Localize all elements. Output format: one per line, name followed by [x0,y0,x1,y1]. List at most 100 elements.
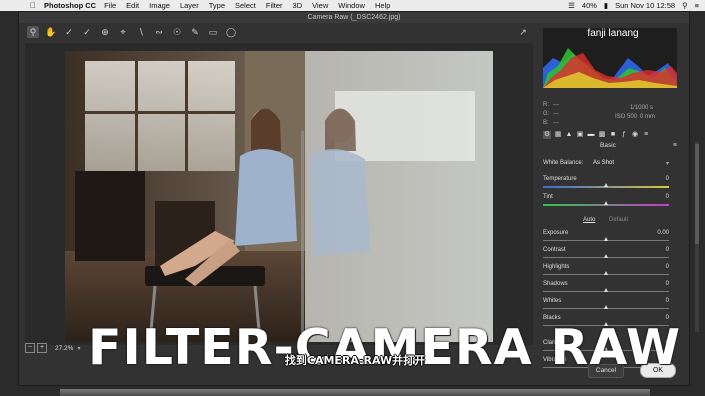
slider-exposure[interactable]: Exposure 0.00 [543,230,671,247]
menu-edit[interactable]: Edit [126,1,139,10]
shutter-speed: 1/1000 s [629,105,653,111]
wifi-icon[interactable]: ☰ [568,1,575,10]
zoom-level[interactable]: 27.2% [55,345,73,352]
slider-tint[interactable]: Tint 0 [543,194,671,211]
slider-knob[interactable] [603,305,608,309]
auto-link[interactable]: Auto [583,217,595,223]
slider-value[interactable]: 0 [666,264,669,270]
slider-knob[interactable] [603,288,608,292]
straighten-icon[interactable]: ∖ [135,26,147,38]
slider-label: Tint [543,194,553,200]
slider-label: Exposure [543,230,569,236]
r-label: R: [543,102,549,108]
targeted-adjust-icon[interactable]: ⊕ [99,26,111,38]
slider-value[interactable]: 0 [666,194,669,200]
menu-filter[interactable]: Filter [266,1,283,10]
slider-label: Temperature [543,176,577,182]
b-label: B: [543,120,549,126]
calibration-tab-icon[interactable]: ƒ [620,131,628,139]
zoom-out-button[interactable]: − [25,343,35,353]
white-balance-label: White Balance: [543,160,584,166]
tool-bar: ⚲ ✋ ✓ ✓ ⊕ ⌖ ∖ ∾ ☉ ✎ ▭ ◯ [19,23,547,41]
camera-tab-icon[interactable]: ◉ [631,131,639,139]
panel-scroll-thumb[interactable] [695,144,699,244]
overlay-title: FILTER-CAMERA RAW [88,319,682,376]
panel-title: Basic [600,142,616,149]
lens-tab-icon[interactable]: ▩ [598,131,606,139]
chevron-down-icon[interactable]: ▾ [666,160,669,167]
chevron-down-icon[interactable]: ▾ [77,345,80,352]
slider-shadows[interactable]: Shadows 0 [543,281,671,298]
dialog-title: Camera Raw (_DSC2462.jpg) [19,12,689,23]
menu-image[interactable]: Image [149,1,170,10]
focal-length: 0 mm [640,114,655,120]
zoom-icon[interactable]: ⚲ [27,26,39,38]
radial-filter-icon[interactable]: ◯ [225,26,237,38]
spot-removal-icon[interactable]: ∾ [153,26,165,38]
slider-value[interactable]: 0 [666,298,669,304]
g-label: G: [543,111,550,117]
overlay-subtitle: 找到CAMERA-RAW并打开 [284,354,426,367]
open-preferences-icon[interactable]: ↗ [517,26,529,38]
split-toning-tab-icon[interactable]: ▬ [587,131,595,139]
menu-view[interactable]: View [312,1,328,10]
crop-icon[interactable]: ⌖ [117,26,129,38]
menu-status-area: ☰ 40% ▮ Sun Nov 10 12:58 ⚲ ≡ [561,0,699,11]
histogram-overlay-text: fanji lanang [587,28,639,39]
graduated-filter-icon[interactable]: ▭ [207,26,219,38]
white-balance-icon[interactable]: ✓ [63,26,75,38]
color-sampler-icon[interactable]: ✓ [81,26,93,38]
panel-menu-icon[interactable]: ≡ [673,142,677,149]
slider-knob[interactable] [603,201,608,205]
menu-layer[interactable]: Layer [180,1,199,10]
slider-label: Contrast [543,247,566,253]
detail-tab-icon[interactable]: ▲ [565,131,573,139]
red-eye-icon[interactable]: ☉ [171,26,183,38]
menu-file[interactable]: File [104,1,116,10]
presets-tab-icon[interactable]: ≡ [642,131,650,139]
menu-3d[interactable]: 3D [293,1,303,10]
mac-dock [60,389,650,396]
slider-knob[interactable] [603,237,608,241]
slider-whites[interactable]: Whites 0 [543,298,671,315]
menu-select[interactable]: Select [235,1,256,10]
app-menu[interactable]: Photoshop CC [44,1,96,10]
hand-icon[interactable]: ✋ [45,26,57,38]
menu-help[interactable]: Help [375,1,390,10]
slider-value[interactable]: 0 [666,281,669,287]
photo-image [65,51,493,342]
basic-tab-icon[interactable]: ⚙ [543,131,551,139]
panel-tabs: ⚙ ▦ ▲ ▣ ▬ ▩ ■ ƒ ◉ ≡ [541,130,677,140]
battery-percent[interactable]: 40% [582,1,597,10]
zoom-controls: − + 27.2% ▾ [25,342,80,354]
hsl-tab-icon[interactable]: ▣ [576,131,584,139]
iso-value: ISO 500 [614,114,637,120]
clock[interactable]: Sun Nov 10 12:58 [615,1,675,10]
slider-knob[interactable] [603,183,608,187]
apple-icon[interactable]:  [28,1,38,10]
slider-value[interactable]: 0 [666,176,669,182]
slider-contrast[interactable]: Contrast 0 [543,247,671,264]
slider-temperature[interactable]: Temperature 0 [543,176,671,193]
battery-icon[interactable]: ▮ [604,1,608,10]
white-balance-select[interactable]: As Shot [593,160,614,166]
slider-value[interactable]: 0.00 [657,230,669,236]
menu-type[interactable]: Type [209,1,225,10]
r-value: --- [553,102,559,108]
zoom-in-button[interactable]: + [37,343,47,353]
slider-label: Shadows [543,281,568,287]
slider-highlights[interactable]: Highlights 0 [543,264,671,281]
tone-curve-tab-icon[interactable]: ▦ [554,131,562,139]
image-canvas[interactable] [25,43,533,345]
slider-knob[interactable] [603,254,608,258]
photo-preview [65,51,493,342]
adjustment-brush-icon[interactable]: ✎ [189,26,201,38]
slider-value[interactable]: 0 [666,247,669,253]
slider-label: Whites [543,298,562,304]
search-icon[interactable]: ⚲ [682,1,688,10]
default-link[interactable]: Default [609,217,628,223]
menu-list-icon[interactable]: ≡ [695,1,699,10]
slider-knob[interactable] [603,271,608,275]
menu-window[interactable]: Window [338,1,365,10]
effects-tab-icon[interactable]: ■ [609,131,617,139]
